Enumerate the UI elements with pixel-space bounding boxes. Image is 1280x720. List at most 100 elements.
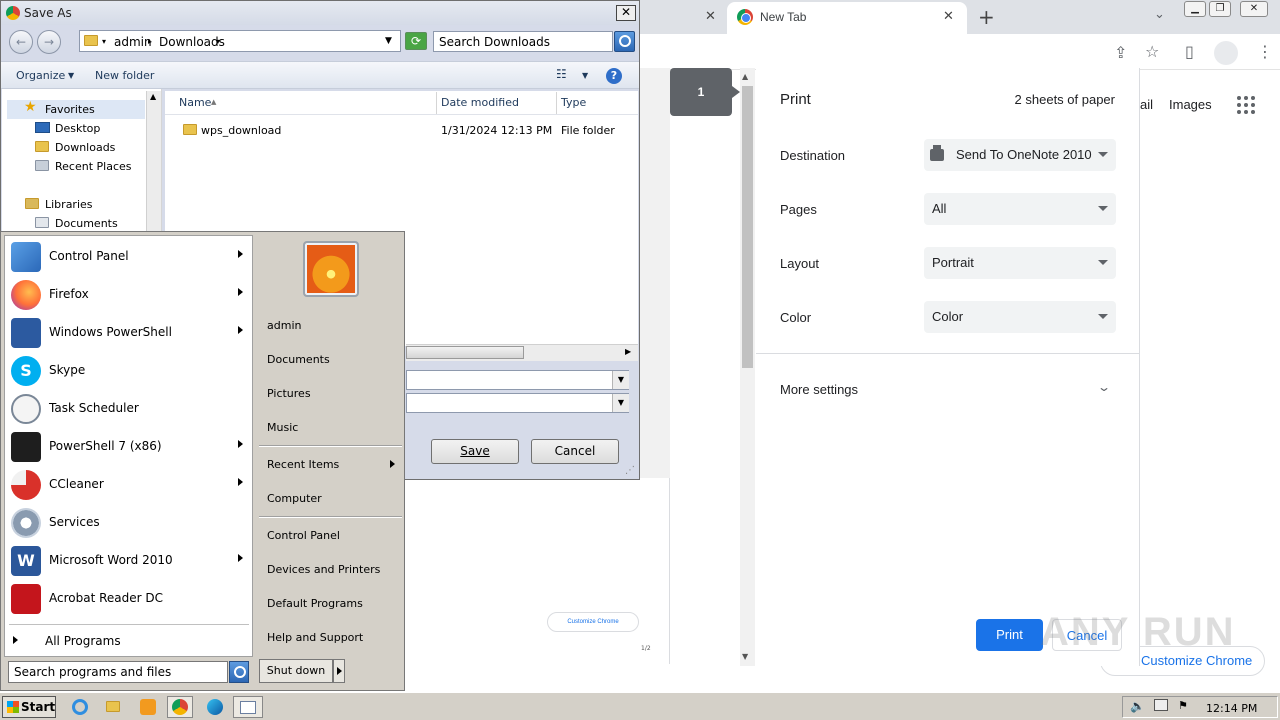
program-task-scheduler[interactable]: Task Scheduler	[5, 390, 253, 427]
column-type[interactable]: Type	[557, 92, 638, 114]
refresh-icon[interactable]: ⟳	[405, 32, 427, 50]
color-select[interactable]: Color	[924, 301, 1116, 333]
program-skype[interactable]: S Skype	[5, 352, 253, 389]
save-button[interactable]: Save	[431, 439, 519, 464]
new-tab-plus-icon[interactable]: +	[978, 5, 995, 29]
all-programs-button[interactable]: All Programs	[45, 634, 121, 648]
restore-icon[interactable]: ❐	[1209, 1, 1231, 17]
nav-favorites[interactable]: Favorites	[45, 103, 95, 116]
scroll-up-arrow-icon[interactable]: ▲	[150, 92, 156, 101]
breadcrumb-arrow-icon[interactable]: ▸	[148, 37, 152, 46]
nav-documents[interactable]: Documents	[55, 217, 118, 230]
user-avatar[interactable]	[303, 241, 359, 297]
google-link-gmail[interactable]: ail	[1140, 97, 1153, 112]
view-list-icon[interactable]: ☷	[556, 67, 567, 81]
file-row[interactable]: wps_download 1/31/2024 12:13 PM File fol…	[165, 119, 638, 141]
search-icon[interactable]	[614, 31, 635, 52]
volume-icon[interactable]: 🔈	[1130, 699, 1145, 713]
start-button[interactable]: Start	[2, 696, 56, 718]
nav-desktop[interactable]: Desktop	[55, 122, 100, 135]
network-icon[interactable]	[1154, 699, 1168, 711]
breadcrumb-arrow-icon[interactable]: ▾	[216, 37, 220, 46]
program-microsoft-word[interactable]: W Microsoft Word 2010	[5, 542, 253, 579]
program-control-panel[interactable]: Control Panel	[5, 238, 253, 275]
file-name-input[interactable]	[406, 370, 629, 390]
nav-recent-places[interactable]: Recent Places	[55, 160, 132, 173]
save-as-titlebar[interactable]	[1, 1, 639, 25]
nav-scrollbar[interactable]: ▲	[146, 91, 161, 232]
start-link-control-panel[interactable]: Control Panel	[267, 529, 340, 542]
layout-select[interactable]: Portrait	[924, 247, 1116, 279]
horizontal-scroll-thumb[interactable]	[406, 346, 524, 359]
program-acrobat-reader[interactable]: Acrobat Reader DC	[5, 580, 253, 617]
taskbar-media-player-icon[interactable]	[135, 696, 161, 718]
column-name[interactable]: Name	[165, 92, 437, 114]
nav-downloads[interactable]: Downloads	[55, 141, 115, 154]
start-link-pictures[interactable]: Pictures	[267, 387, 311, 400]
breadcrumb-admin[interactable]: admin	[114, 35, 152, 49]
chevron-down-icon[interactable]: ⌄	[1097, 380, 1111, 394]
scroll-down-arrow-icon[interactable]: ▼	[742, 652, 748, 661]
program-services[interactable]: Services	[5, 504, 253, 541]
tab-close-icon[interactable]: ✕	[943, 9, 954, 24]
file-name-dropdown-icon[interactable]: ▼	[612, 371, 629, 389]
pages-select[interactable]: All	[924, 193, 1116, 225]
taskbar-chrome-icon[interactable]	[167, 696, 193, 718]
start-link-computer[interactable]: Computer	[267, 492, 322, 505]
program-ccleaner[interactable]: CCleaner	[5, 466, 253, 503]
new-folder-button[interactable]: New folder	[95, 69, 154, 82]
preview-scroll-thumb[interactable]	[742, 86, 753, 368]
program-windows-powershell[interactable]: Windows PowerShell	[5, 314, 253, 351]
taskbar-save-dialog-icon[interactable]	[233, 696, 263, 718]
forward-arrow-icon[interactable]: →	[37, 30, 61, 54]
chrome-menu-icon[interactable]: ⋮	[1257, 42, 1273, 61]
start-link-documents[interactable]: Documents	[267, 353, 330, 366]
close-icon[interactable]: ✕	[616, 5, 636, 21]
all-programs-arrow-icon[interactable]	[13, 636, 18, 644]
share-icon[interactable]: ⇪	[1114, 43, 1127, 62]
organize-button[interactable]: Organize	[16, 69, 65, 82]
print-button[interactable]: Print	[976, 619, 1043, 651]
start-link-admin[interactable]: admin	[267, 319, 301, 332]
taskbar-edge-icon[interactable]	[202, 696, 228, 718]
start-link-recent-items[interactable]: Recent Items	[267, 458, 339, 471]
address-bar[interactable]: ▾ admin ▸ Downloads ▾ ▼	[79, 30, 401, 52]
search-icon[interactable]	[229, 661, 249, 683]
program-powershell-7[interactable]: PowerShell 7 (x86)	[5, 428, 253, 465]
start-link-help-support[interactable]: Help and Support	[267, 631, 363, 644]
start-link-music[interactable]: Music	[267, 421, 298, 434]
profile-avatar-icon[interactable]	[1214, 41, 1238, 65]
clock[interactable]: 12:14 PM	[1206, 702, 1257, 715]
close-window-icon[interactable]: ✕	[1240, 1, 1268, 17]
nav-libraries[interactable]: Libraries	[45, 198, 93, 211]
scroll-up-arrow-icon[interactable]: ▲	[742, 72, 748, 81]
search-downloads-input[interactable]: Search Downloads	[433, 31, 613, 52]
shut-down-button[interactable]: Shut down	[259, 659, 333, 683]
organize-dropdown-icon[interactable]: ▼	[68, 71, 74, 80]
bookmark-star-icon[interactable]: ☆	[1145, 42, 1159, 61]
taskbar-explorer-icon[interactable]	[101, 696, 127, 718]
save-as-type-select[interactable]	[406, 393, 629, 413]
minimize-icon[interactable]: ▁	[1184, 1, 1206, 17]
search-programs-input[interactable]: Search programs and files	[8, 661, 228, 683]
column-date-modified[interactable]: Date modified	[437, 92, 557, 114]
resize-grip-icon[interactable]: ⋰	[625, 465, 635, 476]
tab-search-chevron-icon[interactable]: ⌄	[1154, 7, 1165, 22]
destination-select[interactable]: Send To OneNote 2010	[924, 139, 1116, 171]
breadcrumb-arrow-icon[interactable]: ▾	[102, 37, 106, 46]
cancel-button[interactable]: Cancel	[531, 439, 619, 464]
side-panel-icon[interactable]: ▯	[1185, 42, 1194, 61]
address-dropdown-icon[interactable]: ▼	[385, 36, 392, 46]
shut-down-options-arrow-icon[interactable]	[333, 659, 345, 683]
prev-tab-close-icon[interactable]: ✕	[705, 9, 716, 24]
more-settings-toggle[interactable]: More settings	[780, 382, 858, 397]
help-icon[interactable]: ?	[606, 68, 622, 84]
scroll-right-arrow-icon[interactable]: ▶	[625, 347, 631, 356]
start-link-default-programs[interactable]: Default Programs	[267, 597, 363, 610]
back-arrow-icon[interactable]: ←	[9, 30, 33, 54]
start-link-devices-printers[interactable]: Devices and Printers	[267, 563, 380, 576]
taskbar-ie-icon[interactable]	[67, 696, 93, 718]
program-firefox[interactable]: Firefox	[5, 276, 253, 313]
view-dropdown-icon[interactable]: ▼	[582, 71, 588, 80]
save-type-dropdown-icon[interactable]: ▼	[612, 394, 629, 412]
